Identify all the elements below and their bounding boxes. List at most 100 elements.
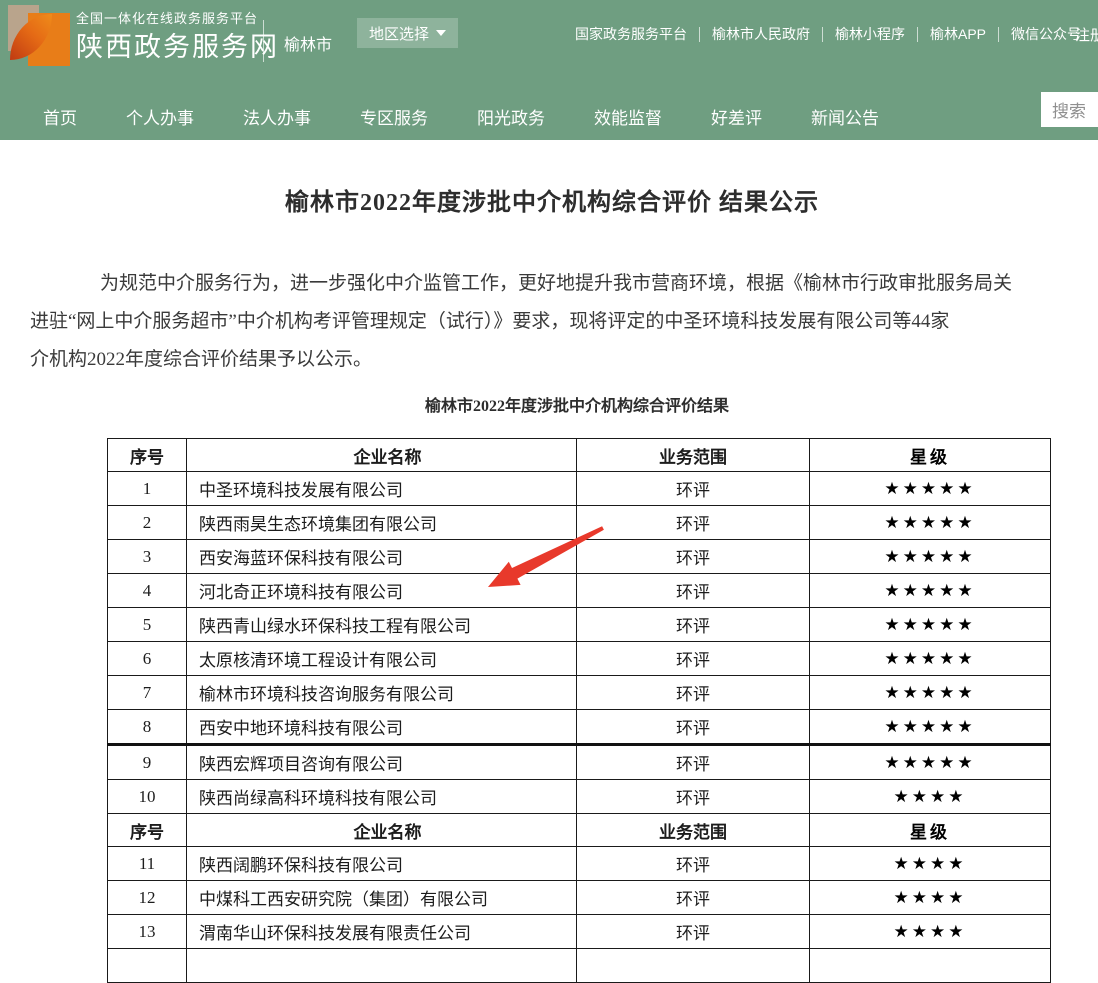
table-caption: 榆林市2022年度涉批中介机构综合评价结果 [0, 392, 1098, 416]
cell-序号: 8 [108, 710, 187, 745]
top-link-2[interactable]: 榆林小程序 [835, 24, 905, 44]
search-placeholder: 搜索 [1052, 97, 1086, 122]
cell-business-scope: 环评 [577, 642, 810, 676]
cell-company-name: 太原核清环境工程设计有限公司 [187, 642, 577, 676]
top-link-0[interactable]: 国家政务服务平台 [575, 24, 687, 44]
site-header: 全国一体化在线政务服务平台 陕西政务服务网 榆林市 地区选择 国家政务服务平台 榆… [0, 0, 1098, 140]
table-row: 6太原核清环境工程设计有限公司环评★★★★★ [108, 642, 1051, 676]
cell-business-scope: 环评 [577, 540, 810, 574]
empty-cell [108, 949, 187, 983]
top-link-separator [699, 27, 700, 42]
cell-star-rating: ★★★★★ [810, 540, 1051, 574]
table-row: 7榆林市环境科技咨询服务有限公司环评★★★★★ [108, 676, 1051, 710]
cell-business-scope: 环评 [577, 574, 810, 608]
table-row: 11陕西阔鹏环保科技有限公司环评★★★★ [108, 847, 1051, 881]
top-link-separator [917, 27, 918, 42]
empty-cell [577, 949, 810, 983]
table-row-partial [108, 949, 1051, 983]
register-link[interactable]: 注册 [1075, 24, 1098, 45]
nav-item-0[interactable]: 首页 [43, 104, 77, 129]
nav-item-3[interactable]: 专区服务 [360, 104, 428, 129]
current-city-label: 榆林市 [284, 31, 332, 55]
paragraph-line-1: 为规范中介服务行为，进一步强化中介监管工作，更好地提升我市营商环境，根据《榆林市… [30, 265, 1098, 303]
cell-序号: 12 [108, 881, 187, 915]
cell-star-rating: ★★★★ [810, 847, 1051, 881]
cell-business-scope: 环评 [577, 780, 810, 814]
cell-business-scope: 环评 [577, 881, 810, 915]
cell-star-rating: ★★★★ [810, 881, 1051, 915]
nav-item-6[interactable]: 好差评 [711, 104, 762, 129]
cell-star-rating: ★★★★★ [810, 506, 1051, 540]
nav-item-1[interactable]: 个人办事 [126, 104, 194, 129]
table-header-cell: 业务范围 [577, 814, 810, 847]
cell-business-scope: 环评 [577, 710, 810, 745]
table-header-cell: 企业名称 [187, 439, 577, 472]
top-link-4[interactable]: 微信公众号 [1011, 24, 1081, 44]
top-link-1[interactable]: 榆林市人民政府 [712, 24, 810, 44]
cell-business-scope: 环评 [577, 506, 810, 540]
cell-company-name: 渭南华山环保科技发展有限责任公司 [187, 915, 577, 949]
caret-down-icon [436, 30, 446, 36]
region-select-button[interactable]: 地区选择 [357, 18, 458, 48]
evaluation-table: 序号企业名称业务范围星级1中圣环境科技发展有限公司环评★★★★★2陕西雨昊生态环… [107, 438, 1051, 983]
empty-cell [810, 949, 1051, 983]
top-link-3[interactable]: 榆林APP [930, 24, 986, 44]
brand-block: 全国一体化在线政务服务平台 陕西政务服务网 [76, 9, 279, 65]
cell-序号: 11 [108, 847, 187, 881]
nav-item-4[interactable]: 阳光政务 [477, 104, 545, 129]
top-links: 国家政务服务平台 榆林市人民政府 榆林小程序 榆林APP 微信公众号 [575, 24, 1081, 44]
table-row: 4河北奇正环境科技有限公司环评★★★★★ [108, 574, 1051, 608]
cell-business-scope: 环评 [577, 472, 810, 506]
paragraph-line-2: 进驻“网上中介服务超市”中介机构考评管理规定（试行）》要求，现将评定的中圣环境科… [30, 303, 1098, 341]
cell-business-scope: 环评 [577, 745, 810, 780]
site-name: 陕西政务服务网 [76, 29, 279, 65]
cell-序号: 3 [108, 540, 187, 574]
table-header-row: 序号企业名称业务范围星级 [108, 814, 1051, 847]
table-row: 1中圣环境科技发展有限公司环评★★★★★ [108, 472, 1051, 506]
cell-star-rating: ★★★★★ [810, 676, 1051, 710]
table-row: 2陕西雨昊生态环境集团有限公司环评★★★★★ [108, 506, 1051, 540]
cell-company-name: 西安中地环境科技有限公司 [187, 710, 577, 745]
table-header-cell: 星级 [810, 814, 1051, 847]
top-link-separator [998, 27, 999, 42]
cell-company-name: 西安海蓝环保科技有限公司 [187, 540, 577, 574]
cell-business-scope: 环评 [577, 608, 810, 642]
cell-star-rating: ★★★★★ [810, 574, 1051, 608]
region-select-label: 地区选择 [369, 23, 429, 44]
cell-business-scope: 环评 [577, 915, 810, 949]
cell-company-name: 陕西尚绿高科环境科技有限公司 [187, 780, 577, 814]
table-header-cell: 星级 [810, 439, 1051, 472]
table-header-cell: 序号 [108, 814, 187, 847]
cell-business-scope: 环评 [577, 676, 810, 710]
cell-company-name: 中煤科工西安研究院（集团）有限公司 [187, 881, 577, 915]
table-row: 5陕西青山绿水环保科技工程有限公司环评★★★★★ [108, 608, 1051, 642]
nav-item-7[interactable]: 新闻公告 [811, 104, 879, 129]
table-row: 9陕西宏辉项目咨询有限公司环评★★★★★ [108, 745, 1051, 780]
announcement-document: 榆林市2022年度涉批中介机构综合评价 结果公示 为规范中介服务行为，进一步强化… [0, 182, 1098, 983]
cell-star-rating: ★★★★★ [810, 608, 1051, 642]
cell-序号: 10 [108, 780, 187, 814]
page-title: 榆林市2022年度涉批中介机构综合评价 结果公示 [0, 182, 1098, 217]
site-logo[interactable] [8, 5, 70, 67]
cell-star-rating: ★★★★ [810, 780, 1051, 814]
cell-序号: 5 [108, 608, 187, 642]
cell-序号: 13 [108, 915, 187, 949]
cell-序号: 6 [108, 642, 187, 676]
paragraph-line-3: 介机构2022年度综合评价结果予以公示。 [30, 341, 1098, 379]
nav-item-2[interactable]: 法人办事 [243, 104, 311, 129]
table-header-cell: 业务范围 [577, 439, 810, 472]
table-header-cell: 企业名称 [187, 814, 577, 847]
table-row: 8西安中地环境科技有限公司环评★★★★★ [108, 710, 1051, 745]
cell-star-rating: ★★★★★ [810, 642, 1051, 676]
cell-company-name: 河北奇正环境科技有限公司 [187, 574, 577, 608]
announcement-paragraph: 为规范中介服务行为，进一步强化中介监管工作，更好地提升我市营商环境，根据《榆林市… [30, 265, 1098, 379]
cell-company-name: 陕西宏辉项目咨询有限公司 [187, 745, 577, 780]
cell-company-name: 陕西雨昊生态环境集团有限公司 [187, 506, 577, 540]
header-divider [263, 20, 264, 62]
table-header-cell: 序号 [108, 439, 187, 472]
table-row: 3西安海蓝环保科技有限公司环评★★★★★ [108, 540, 1051, 574]
nav-item-5[interactable]: 效能监督 [594, 104, 662, 129]
cell-star-rating: ★★★★★ [810, 745, 1051, 780]
cell-序号: 1 [108, 472, 187, 506]
search-box[interactable]: 搜索 [1041, 92, 1098, 127]
